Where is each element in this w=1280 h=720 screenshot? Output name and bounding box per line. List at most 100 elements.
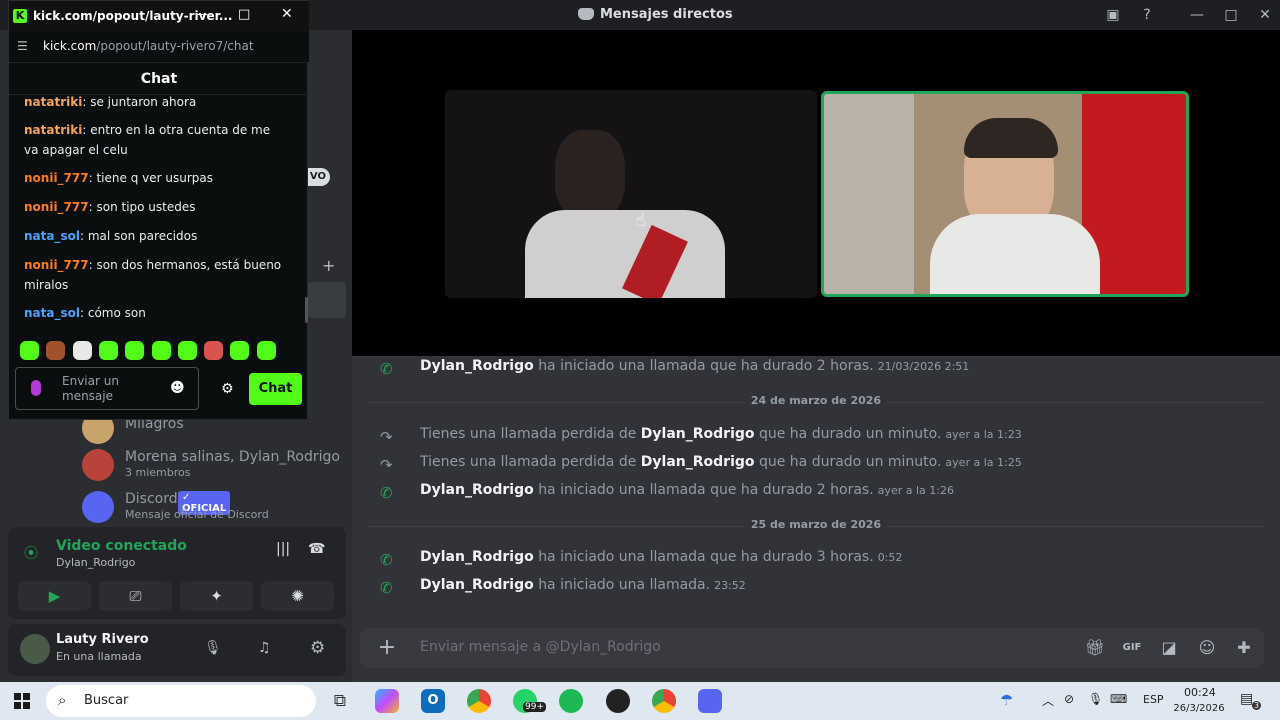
date-divider: 25 de marzo de 2026 bbox=[368, 518, 1264, 531]
message-username[interactable]: Dylan_Rodrigo bbox=[641, 426, 755, 442]
call-message: Dylan_Rodrigo ha iniciado una llamada qu… bbox=[420, 549, 902, 565]
message-username[interactable]: Dylan_Rodrigo bbox=[420, 358, 534, 374]
voice-channel[interactable]: Dylan_Rodrigo bbox=[56, 556, 135, 569]
avatar bbox=[82, 449, 114, 481]
taskbar-search[interactable]: ⌕ Buscar bbox=[46, 685, 316, 717]
chrome-profile-icon[interactable] bbox=[652, 689, 676, 713]
add-attachment-icon[interactable]: + bbox=[376, 637, 398, 659]
microphone-icon[interactable]: 🎙︎ bbox=[204, 640, 222, 656]
no-network-icon[interactable]: ⊘ bbox=[1064, 692, 1074, 706]
url-path: /popout/lauty-rivero7/chat bbox=[96, 39, 254, 53]
emoji-icon[interactable]: ☺ bbox=[1196, 637, 1218, 659]
url: kick.com/popout/lauty-rivero7/chat bbox=[43, 39, 254, 53]
microphone-icon[interactable] bbox=[31, 380, 41, 396]
copilot-icon[interactable] bbox=[375, 689, 399, 713]
chrome-icon[interactable] bbox=[467, 689, 491, 713]
chevron-up-icon[interactable]: ︿ bbox=[1042, 692, 1054, 709]
emote-icon[interactable] bbox=[204, 341, 224, 360]
emote-icon[interactable] bbox=[230, 341, 250, 360]
keyboard-icon[interactable]: ⌨ bbox=[1110, 692, 1127, 706]
headphones-icon[interactable]: ♫ bbox=[258, 640, 271, 656]
settings-icon[interactable]: ⚙ bbox=[310, 638, 325, 658]
message-username[interactable]: Dylan_Rodrigo bbox=[641, 454, 755, 470]
gif-icon[interactable]: GIF bbox=[1121, 637, 1143, 659]
sticker-icon[interactable]: ◪ bbox=[1158, 637, 1180, 659]
search-icon: ⌕ bbox=[58, 691, 67, 709]
chat-scrollbar[interactable] bbox=[305, 297, 308, 323]
emote-icon[interactable] bbox=[177, 341, 197, 360]
outlook-icon[interactable]: O bbox=[421, 689, 445, 713]
task-view-icon[interactable]: ⧉ bbox=[328, 689, 352, 713]
chat-send-button[interactable]: Chat bbox=[249, 373, 302, 405]
soundboard-button[interactable]: ✺ bbox=[261, 581, 334, 611]
chat-username[interactable]: natatriki bbox=[24, 95, 82, 109]
minimize-button[interactable]: — bbox=[1186, 4, 1208, 26]
url-bar[interactable]: ☰ kick.com/popout/lauty-rivero7/chat bbox=[9, 31, 309, 63]
call-message: Tienes una llamada perdida de Dylan_Rodr… bbox=[420, 426, 1022, 442]
url-domain: kick.com bbox=[43, 39, 97, 53]
maximize-button[interactable]: □ bbox=[1220, 4, 1242, 26]
emote-icon[interactable] bbox=[72, 341, 92, 360]
weather-icon[interactable]: ☂ bbox=[1000, 691, 1013, 709]
close-button[interactable]: ✕ bbox=[1254, 4, 1276, 26]
screen-share-icon[interactable]: ▣ bbox=[1102, 4, 1124, 26]
emote-icon[interactable] bbox=[256, 341, 276, 360]
clock-time[interactable]: 00:24 bbox=[1184, 686, 1216, 699]
chat-username[interactable]: nonii_777 bbox=[24, 171, 89, 185]
chat-username[interactable]: nata_sol bbox=[24, 229, 80, 243]
add-dm-icon[interactable]: + bbox=[322, 256, 335, 275]
windows-taskbar: ⌕ Buscar ⧉ O 99+ ☂ ︿ ⊘ 🎙︎ ⌨ ESP 00:24 26… bbox=[0, 682, 1280, 720]
person-silhouette bbox=[555, 130, 625, 220]
shirt-shape bbox=[930, 214, 1100, 294]
search-placeholder: Buscar bbox=[84, 693, 129, 708]
message-text: ha iniciado una llamada que ha durado 2 … bbox=[538, 482, 874, 498]
disconnect-icon[interactable]: ☎ bbox=[308, 541, 325, 557]
language-indicator[interactable]: ESP bbox=[1143, 693, 1164, 706]
apps-icon[interactable]: ✚ bbox=[1233, 637, 1255, 659]
emote-icon[interactable] bbox=[46, 341, 66, 360]
remote-video-tile[interactable]: ☝ bbox=[445, 90, 817, 298]
help-icon[interactable]: ? bbox=[1136, 4, 1158, 26]
mic-tray-icon[interactable]: 🎙︎ bbox=[1088, 692, 1103, 706]
chat-settings-icon[interactable]: ⚙ bbox=[221, 381, 234, 397]
call-message: Dylan_Rodrigo ha iniciado una llamada qu… bbox=[420, 482, 954, 498]
chat-username[interactable]: nonii_777 bbox=[24, 258, 89, 272]
emote-icon[interactable] bbox=[125, 341, 145, 360]
message-username[interactable]: Dylan_Rodrigo bbox=[420, 577, 534, 593]
message-text: ha iniciado una llamada que ha durado 2 … bbox=[538, 358, 874, 374]
chat-username[interactable]: nonii_777 bbox=[24, 200, 89, 214]
screen-share-button[interactable]: ⎚ bbox=[99, 581, 172, 611]
app-icon[interactable] bbox=[606, 689, 630, 713]
chat-text: cómo son bbox=[87, 306, 146, 320]
chat-input[interactable]: Enviar un mensaje ☻ bbox=[15, 367, 199, 410]
camera-button[interactable]: ▶ bbox=[18, 581, 91, 611]
user-avatar[interactable] bbox=[20, 634, 50, 664]
emote-icon[interactable] bbox=[20, 341, 39, 360]
minimize-button[interactable]: — bbox=[195, 7, 208, 22]
door-shape bbox=[824, 94, 914, 294]
chat-username[interactable]: natatriki bbox=[24, 123, 82, 137]
close-button[interactable]: ✕ bbox=[281, 6, 293, 22]
chat-username[interactable]: nata_sol bbox=[24, 306, 80, 320]
emoji-icon[interactable]: ☻ bbox=[170, 380, 185, 396]
missed-call-icon: ↷ bbox=[380, 456, 393, 474]
dm-sub: Mensaje oficial de Discord bbox=[125, 508, 269, 521]
gift-icon[interactable]: 🎁︎ bbox=[1084, 637, 1106, 659]
activities-button[interactable]: ✦ bbox=[180, 581, 253, 611]
message-username[interactable]: Dylan_Rodrigo bbox=[420, 482, 534, 498]
voice-panel: ⦿ Video conectado Dylan_Rodrigo ||| ☎ ▶ … bbox=[8, 527, 346, 619]
discord-taskbar-icon[interactable] bbox=[698, 689, 722, 713]
site-info-icon[interactable]: ☰ bbox=[17, 39, 28, 53]
maximize-button[interactable]: □ bbox=[238, 7, 250, 22]
message-username[interactable]: Dylan_Rodrigo bbox=[420, 549, 534, 565]
clock-date[interactable]: 26/3/2026 bbox=[1170, 703, 1228, 714]
spotify-icon[interactable] bbox=[559, 689, 583, 713]
chat-message: natatriki: entro en la otra cuenta de me… bbox=[24, 123, 271, 157]
local-video-tile[interactable] bbox=[821, 91, 1189, 297]
message-composer[interactable]: + Enviar mensaje a @Dylan_Rodrigo 🎁︎ GIF… bbox=[360, 628, 1264, 668]
emote-icon[interactable] bbox=[98, 341, 118, 360]
kick-logo-icon: K bbox=[13, 9, 27, 23]
windows-start-icon[interactable] bbox=[14, 693, 30, 709]
noise-suppression-icon[interactable]: ||| bbox=[276, 541, 290, 557]
emote-icon[interactable] bbox=[151, 341, 171, 360]
